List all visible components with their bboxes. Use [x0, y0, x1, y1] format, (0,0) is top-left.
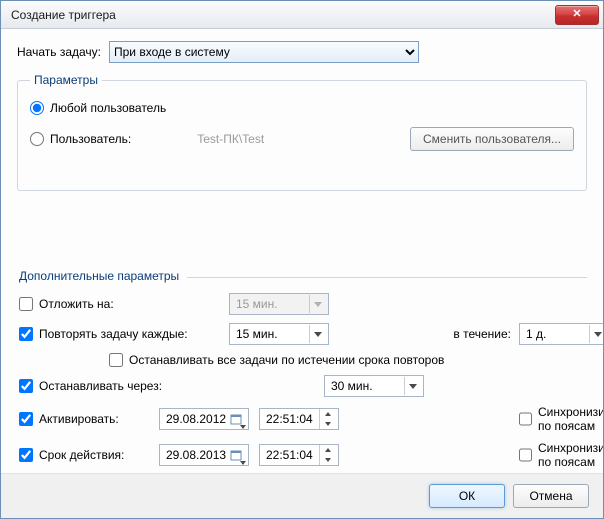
- delay-combo: 15 мин.: [229, 293, 329, 315]
- begin-row: Начать задачу: При входе в систему: [17, 41, 587, 63]
- activate-sync-row: Синхронизировать по поясам: [519, 405, 603, 433]
- stop-row: Останавливать через:: [19, 379, 229, 393]
- expire-date-field[interactable]: 29.08.2013: [159, 444, 249, 466]
- advanced-legend: Дополнительные параметры: [17, 269, 587, 283]
- activate-sync-label: Синхронизировать по поясам: [538, 405, 603, 433]
- change-user-button[interactable]: Сменить пользователя...: [410, 127, 574, 151]
- expire-time-field[interactable]: 22:51:04: [259, 444, 339, 466]
- any-user-radio[interactable]: [30, 101, 44, 115]
- expire-sync-row: Синхронизировать по поясам: [519, 441, 603, 469]
- ok-button[interactable]: ОК: [429, 484, 505, 508]
- parameters-group: Параметры Любой пользователь Пользовател…: [17, 73, 587, 191]
- any-user-row: Любой пользователь: [30, 101, 574, 115]
- specific-user-radio[interactable]: [30, 132, 44, 146]
- cancel-button[interactable]: Отмена: [513, 484, 589, 508]
- dialog-content: Начать задачу: При входе в систему Парам…: [1, 29, 603, 473]
- stop-label: Останавливать через:: [39, 379, 162, 393]
- specific-user-label: Пользователь:: [50, 132, 131, 146]
- spinner-icon[interactable]: [319, 445, 335, 465]
- begin-label: Начать задачу:: [17, 45, 101, 59]
- delay-row: Отложить на:: [19, 297, 229, 311]
- stop-checkbox[interactable]: [19, 379, 33, 393]
- expire-sync-label: Синхронизировать по поясам: [538, 441, 603, 469]
- repeat-row: Повторять задачу каждые:: [19, 327, 229, 341]
- delay-label: Отложить на:: [39, 297, 114, 311]
- titlebar: Создание триггера ✕: [1, 1, 603, 29]
- expire-label: Срок действия:: [39, 448, 124, 462]
- advanced-grid: Отложить на: 15 мин. Повторять задачу ка…: [17, 289, 587, 473]
- advanced-section: Дополнительные параметры Отложить на: 15…: [17, 269, 587, 473]
- any-user-label: Любой пользователь: [50, 101, 166, 115]
- repeat-interval-combo[interactable]: 15 мин.: [229, 323, 329, 345]
- close-icon[interactable]: ✕: [555, 5, 599, 25]
- repeat-label: Повторять задачу каждые:: [39, 327, 188, 341]
- activate-sync-checkbox[interactable]: [519, 412, 532, 426]
- spinner-icon[interactable]: [319, 409, 335, 429]
- chevron-down-icon[interactable]: [309, 325, 325, 343]
- begin-task-select[interactable]: При входе в систему: [109, 41, 419, 63]
- stop-after-repeat-row: Останавливать все задачи по истечении ср…: [109, 353, 603, 367]
- activate-label: Активировать:: [39, 412, 119, 426]
- calendar-icon[interactable]: [227, 410, 245, 428]
- repeat-during-label: в течение:: [429, 327, 519, 341]
- stop-after-repeat-label: Останавливать все задачи по истечении ср…: [129, 353, 444, 367]
- expire-sync-checkbox[interactable]: [519, 448, 532, 462]
- repeat-during-combo[interactable]: 1 д.: [519, 323, 603, 345]
- specific-user-row: Пользователь: Test-ПК\Test Сменить польз…: [30, 127, 574, 151]
- calendar-icon[interactable]: [227, 446, 245, 464]
- activate-checkbox[interactable]: [19, 412, 33, 426]
- chevron-down-icon: [309, 295, 325, 313]
- repeat-checkbox[interactable]: [19, 327, 33, 341]
- delay-checkbox[interactable]: [19, 297, 33, 311]
- dialog-window: Создание триггера ✕ Начать задачу: При в…: [0, 0, 604, 519]
- expire-checkbox[interactable]: [19, 448, 33, 462]
- activate-date-field[interactable]: 29.08.2012: [159, 408, 249, 430]
- stop-duration-combo[interactable]: 30 мин.: [324, 375, 424, 397]
- activate-time-field[interactable]: 22:51:04: [259, 408, 339, 430]
- dialog-footer: ОК Отмена: [1, 473, 603, 518]
- window-title: Создание триггера: [11, 8, 555, 22]
- chevron-down-icon[interactable]: [589, 325, 603, 343]
- chevron-down-icon[interactable]: [404, 377, 420, 395]
- stop-after-repeat-checkbox[interactable]: [109, 353, 123, 367]
- parameters-legend: Параметры: [30, 73, 102, 87]
- specific-user-value: Test-ПК\Test: [197, 132, 264, 146]
